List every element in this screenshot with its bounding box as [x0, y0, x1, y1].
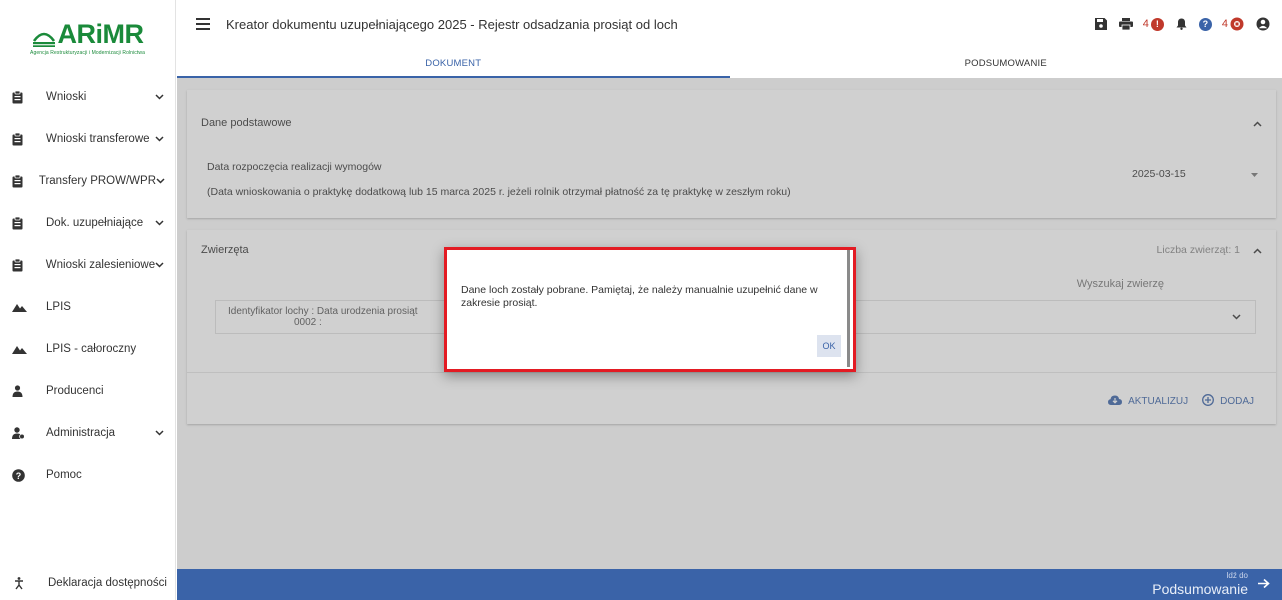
sidebar-nav: Wnioski Wnioski transferowe Transfery PR… — [0, 76, 175, 496]
sidebar-item-label: Wnioski transferowe — [46, 133, 150, 145]
dialog-message: Dane loch zostały pobrane. Pamiętaj, że … — [461, 284, 818, 309]
clipboard-icon — [12, 90, 32, 104]
mountains-icon — [12, 300, 32, 314]
sidebar-item-wnioski[interactable]: Wnioski — [0, 76, 175, 118]
sidebar-item-wnioski-zalesieniowe[interactable]: Wnioski zalesieniowe — [0, 244, 175, 286]
sidebar-item-wnioski-transferowe[interactable]: Wnioski transferowe — [0, 118, 175, 160]
logo-mark: ARiMR — [32, 18, 145, 49]
sidebar-item-label: Producenci — [46, 385, 104, 397]
sidebar-item-label: Wnioski — [46, 91, 87, 103]
next-step-texts: Idź do Podsumowanie — [1152, 571, 1248, 598]
sidebar-item-lpis[interactable]: LPIS — [0, 286, 175, 328]
chevron-down-icon — [155, 217, 165, 229]
mountains-icon — [12, 342, 32, 356]
clipboard-icon — [12, 258, 32, 272]
next-step-label: Podsumowanie — [1152, 581, 1248, 597]
accessibility-declaration-label: Deklaracja dostępności — [48, 577, 167, 589]
tab-podsumowanie[interactable]: PODSUMOWANIE — [730, 48, 1282, 78]
sidebar-item-producenci[interactable]: Producenci — [0, 370, 175, 412]
logo-subtitle: Agencja Restrukturyzacji i Modernizacji … — [30, 49, 145, 56]
save-icon[interactable] — [1094, 14, 1107, 34]
clipboard-icon — [12, 132, 32, 146]
clipboard-icon — [12, 174, 25, 188]
top-bar: Kreator dokumentu uzupełniającego 2025 -… — [177, 0, 1282, 48]
ok-button[interactable]: OK — [817, 335, 841, 357]
sidebar-item-label: Pomoc — [46, 469, 82, 481]
info-dialog: Dane loch zostały pobrane. Pamiętaj, że … — [444, 247, 856, 372]
document-tabs: DOKUMENT PODSUMOWANIE — [177, 48, 1282, 78]
next-step-hint: Idź do — [1226, 571, 1248, 580]
logo-roof-icon — [32, 32, 55, 47]
sidebar: ARiMR Agencja Restrukturyzacji i Moderni… — [0, 0, 176, 600]
clipboard-icon — [12, 216, 32, 230]
sidebar-item-label: Dok. uzupełniające — [46, 217, 144, 229]
sidebar-item-label: Wnioski zalesieniowe — [45, 259, 156, 271]
page-title: Kreator dokumentu uzupełniającego 2025 -… — [226, 16, 678, 32]
sidebar-item-administracja[interactable]: Administracja — [0, 412, 175, 454]
chevron-down-icon — [156, 175, 165, 187]
toolbar: 4 ! ? 4 — [1083, 14, 1270, 34]
bell-icon[interactable] — [1176, 14, 1187, 34]
sidebar-item-pomoc[interactable]: ? Pomoc — [0, 454, 175, 496]
sidebar-item-label: Transfery PROW/WPR — [38, 175, 156, 187]
sidebar-item-dok-uzupelniajace[interactable]: Dok. uzupełniające — [0, 202, 175, 244]
chevron-down-icon — [155, 259, 165, 271]
footer-bar: Idź do Podsumowanie — [177, 569, 1282, 600]
accessibility-icon — [14, 576, 34, 590]
user-icon — [12, 384, 32, 398]
help-icon[interactable]: ? — [1198, 14, 1212, 34]
messages-icon[interactable] — [1230, 17, 1244, 31]
tab-dokument[interactable]: DOKUMENT — [177, 48, 730, 78]
account-icon[interactable] — [1256, 14, 1270, 34]
chevron-down-icon — [155, 133, 165, 145]
print-icon[interactable] — [1118, 14, 1133, 34]
sidebar-item-transfery[interactable]: Transfery PROW/WPR — [0, 160, 175, 202]
alert-icon[interactable]: ! — [1150, 17, 1164, 31]
chevron-down-icon — [155, 427, 165, 439]
chevron-down-icon — [155, 91, 165, 103]
logo-text: ARiMR — [57, 18, 145, 49]
admin-icon — [12, 426, 32, 440]
sidebar-item-lpis-caloroczny[interactable]: LPIS - całoroczny — [0, 328, 175, 370]
arrow-right-icon — [1258, 578, 1270, 592]
next-step-button[interactable]: Idź do Podsumowanie — [1152, 571, 1270, 598]
sidebar-item-label: Administracja — [46, 427, 116, 439]
menu-icon[interactable] — [196, 18, 210, 30]
arimr-logo[interactable]: ARiMR Agencja Restrukturyzacji i Moderni… — [0, 0, 175, 70]
accessibility-declaration-link[interactable]: Deklaracja dostępności — [0, 566, 176, 600]
messages-count: 4 — [1221, 18, 1228, 30]
svg-text:?: ? — [16, 471, 22, 481]
help-icon: ? — [12, 468, 32, 482]
dialog-body: Dane loch zostały pobrane. Pamiętaj, że … — [447, 250, 850, 367]
alerts-count: 4 — [1142, 18, 1149, 30]
sidebar-item-label: LPIS — [46, 301, 71, 313]
sidebar-item-label: LPIS - całoroczny — [46, 343, 137, 355]
